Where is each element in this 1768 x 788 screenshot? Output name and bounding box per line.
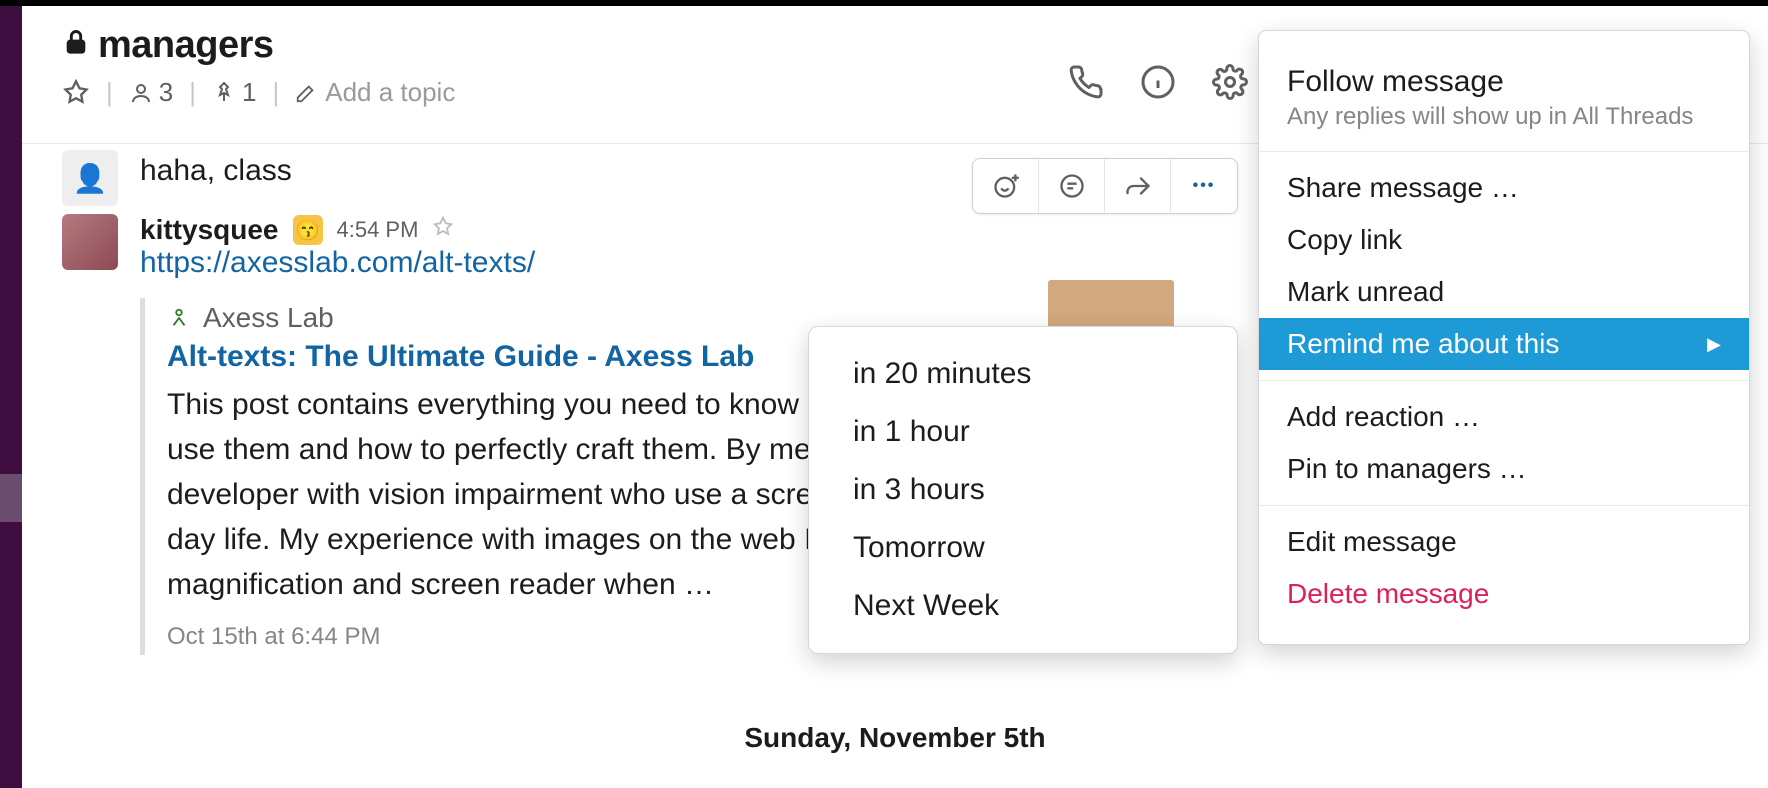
message-context-menu: Follow message Any replies will show up … (1258, 30, 1750, 645)
chevron-right-icon: ▶ (1707, 334, 1721, 355)
username[interactable]: kittysquee (140, 214, 279, 246)
message-timestamp[interactable]: 4:54 PM (337, 217, 419, 243)
follow-message-subtitle: Any replies will show up in All Threads (1259, 103, 1749, 141)
status-emoji-icon[interactable]: 😙 (293, 215, 323, 245)
day-divider: Sunday, November 5th (22, 722, 1768, 754)
share-button[interactable] (1105, 159, 1171, 213)
message-actions-bar: ••• (972, 158, 1238, 214)
remind-option-20min[interactable]: in 20 minutes (809, 345, 1237, 403)
remind-submenu: in 20 minutes in 1 hour in 3 hours Tomor… (808, 326, 1238, 654)
lock-icon (62, 28, 90, 63)
edit-message[interactable]: Edit message (1259, 516, 1749, 568)
more-actions-button[interactable]: ••• (1171, 159, 1237, 213)
follow-message[interactable]: Follow message (1259, 55, 1749, 103)
avatar[interactable] (62, 214, 118, 270)
member-count[interactable]: 3 (129, 77, 173, 108)
remind-option-nextweek[interactable]: Next Week (809, 577, 1237, 635)
remind-option-3hours[interactable]: in 3 hours (809, 461, 1237, 519)
site-name: Axess Lab (203, 302, 334, 334)
start-thread-button[interactable] (1039, 159, 1105, 213)
gear-icon[interactable] (1212, 64, 1248, 105)
star-icon[interactable] (62, 79, 90, 107)
channel-name[interactable]: managers (98, 24, 274, 67)
delete-message[interactable]: Delete message (1259, 568, 1749, 620)
add-reaction-button[interactable] (973, 159, 1039, 213)
message-link[interactable]: https://axesslab.com/alt-texts/ (140, 246, 535, 279)
sidebar-active-indicator (0, 474, 22, 522)
sidebar-sliver (0, 6, 22, 788)
info-icon[interactable] (1140, 64, 1176, 105)
pin-count[interactable]: 1 (212, 77, 256, 108)
star-icon[interactable] (432, 216, 454, 244)
avatar[interactable]: 👤 (62, 150, 118, 206)
main-panel: managers | 3 | 1 | Add a topic (22, 6, 1768, 788)
site-favicon (167, 306, 191, 330)
copy-link[interactable]: Copy link (1259, 214, 1749, 266)
mark-unread[interactable]: Mark unread (1259, 266, 1749, 318)
add-reaction[interactable]: Add reaction … (1259, 391, 1749, 443)
share-message[interactable]: Share message … (1259, 162, 1749, 214)
add-topic[interactable]: Add a topic (295, 77, 455, 108)
pin-message[interactable]: Pin to managers … (1259, 443, 1749, 495)
remind-option-1hour[interactable]: in 1 hour (809, 403, 1237, 461)
remind-me[interactable]: Remind me about this ▶ (1259, 318, 1749, 370)
remind-option-tomorrow[interactable]: Tomorrow (809, 519, 1237, 577)
call-icon[interactable] (1068, 64, 1104, 105)
